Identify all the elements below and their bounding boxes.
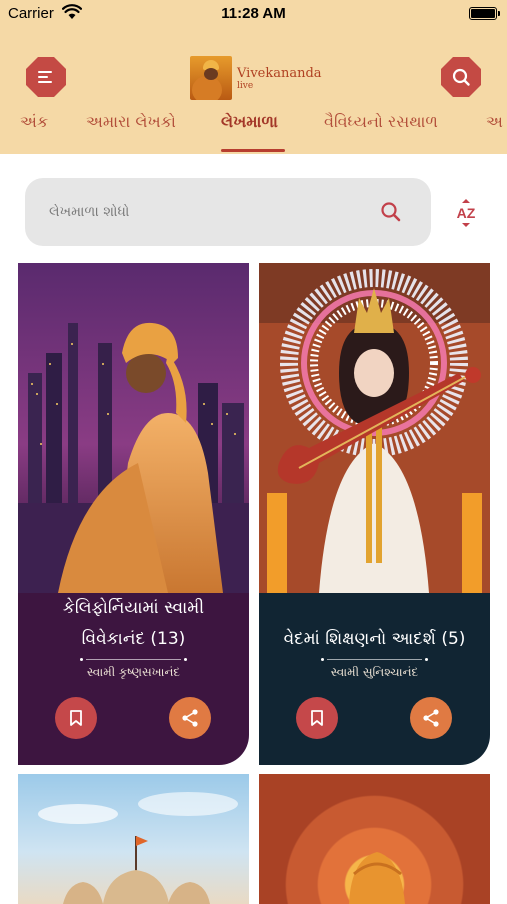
bookmark-button[interactable] <box>296 697 338 739</box>
series-card-partial[interactable] <box>18 774 249 904</box>
card-title: વેદમાં શિક્ષણનો આદર્શ (5) <box>283 629 466 649</box>
category-tabs: અંક અમારા લેખકો લેખમાળા વૈવિધ્યનો રસથાળ … <box>0 108 507 154</box>
logo-portrait <box>190 56 232 100</box>
series-card[interactable]: કેલિફોર્નિયામાં સ્વામી વિવેકાનંદ (13) સ્… <box>18 263 249 765</box>
card-title-line1: કેલિફોર્નિયામાં સ્વામી <box>62 598 205 618</box>
card-divider <box>321 658 428 661</box>
search-bar <box>25 178 431 246</box>
bookmark-icon <box>70 710 82 726</box>
tab-variety[interactable]: વૈવિધ્યનો રસથાળ <box>324 112 438 132</box>
search-icon <box>452 68 470 86</box>
app-header: Carrier 11:28 AM Vivekananda live અંક અમ… <box>0 0 507 154</box>
status-bar: Carrier 11:28 AM <box>0 0 507 30</box>
series-card[interactable]: વેદમાં શિક્ષણનો આદર્શ (5) સ્વામી સુનિશ્ચ… <box>259 263 490 765</box>
share-button[interactable] <box>410 697 452 739</box>
card-image <box>259 263 490 593</box>
logo-name: Vivekananda <box>237 66 322 81</box>
battery-icon <box>469 7 500 20</box>
menu-icon <box>38 71 52 83</box>
tab-series[interactable]: લેખમાળા <box>221 112 278 132</box>
card-image <box>18 263 249 593</box>
bookmark-icon <box>311 710 323 726</box>
app-logo: Vivekananda live <box>190 56 330 100</box>
share-button[interactable] <box>169 697 211 739</box>
bookmark-button[interactable] <box>55 697 97 739</box>
sort-az-icon[interactable]: AZ <box>451 198 481 228</box>
card-divider <box>80 658 187 661</box>
menu-button[interactable] <box>26 57 66 97</box>
search-icon[interactable] <box>379 200 403 224</box>
series-card-partial[interactable] <box>259 774 490 904</box>
tab-authors[interactable]: અમારા લેખકો <box>86 112 176 132</box>
tab-ank[interactable]: અંક <box>20 112 48 132</box>
card-author: સ્વામી કૃષ્ણસખાનંદ <box>86 665 181 679</box>
search-button[interactable] <box>441 57 481 97</box>
search-input[interactable] <box>49 200 369 224</box>
tab-next[interactable]: અ <box>486 112 503 132</box>
share-icon <box>182 709 198 727</box>
logo-subtitle: live <box>237 81 254 91</box>
sort-az-label: AZ <box>457 205 476 221</box>
active-tab-indicator <box>221 149 285 152</box>
card-title-line2: વિવેકાનંદ (13) <box>81 629 186 649</box>
card-author: સ્વામી સુનિશ્ચાનંદ <box>330 665 419 679</box>
clock: 11:28 AM <box>221 5 286 22</box>
share-icon <box>423 709 439 727</box>
